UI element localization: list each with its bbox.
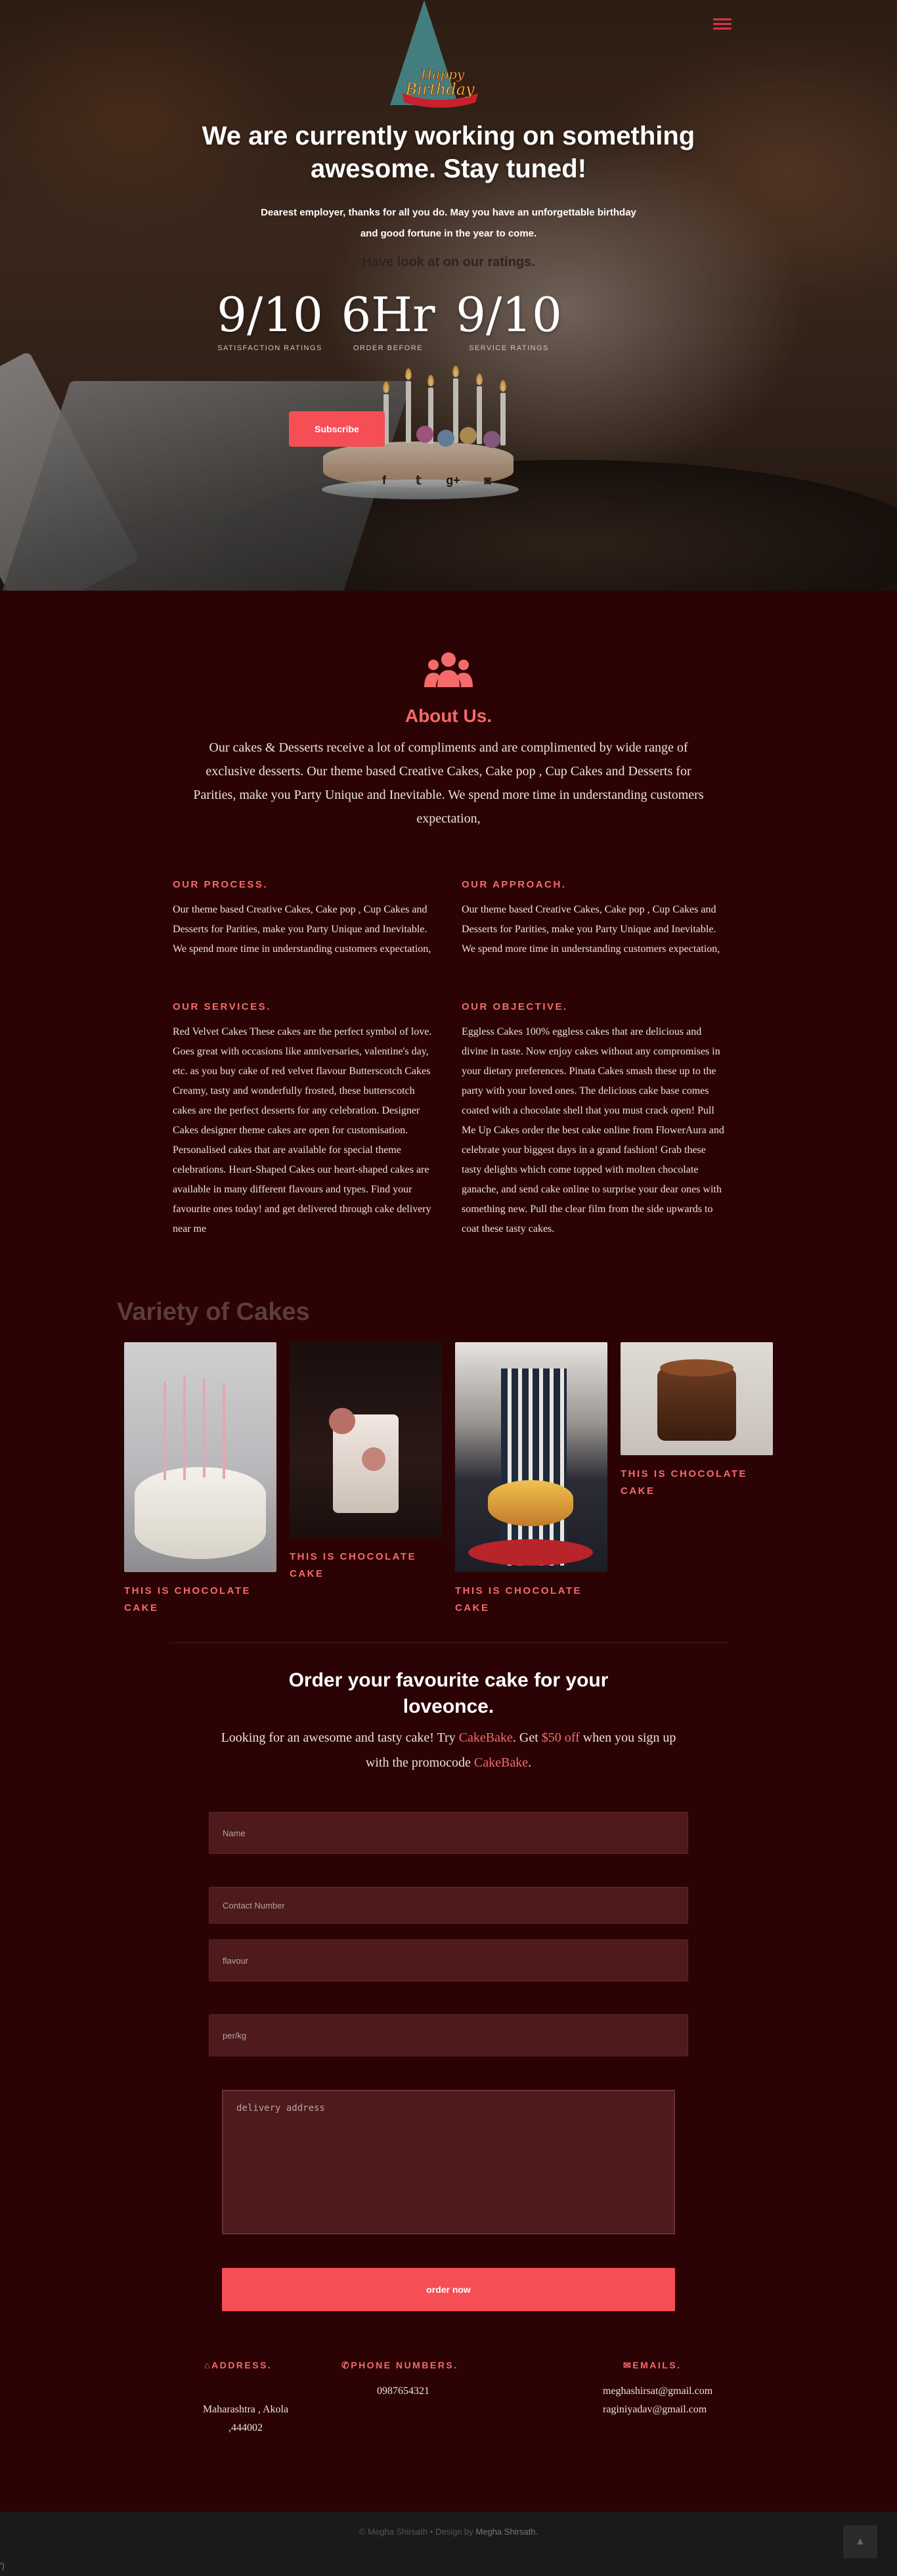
footer-credits: © Megha Shirsath • Design by Megha Shirs…	[252, 2527, 645, 2537]
order-text-part: Looking for an awesome and tasty cake! T…	[221, 1730, 459, 1745]
cake-card[interactable]: This is chocolate cake	[124, 1342, 276, 1617]
cake-image	[290, 1342, 442, 1538]
stat-value: 6Hr	[341, 287, 435, 342]
users-icon	[424, 652, 473, 687]
hero-section: Happy Birthday We are currently working …	[0, 0, 897, 591]
objective-heading: Our Objective.	[462, 1001, 568, 1012]
stat-label: Order Before	[353, 344, 423, 352]
delivery-address-textarea[interactable]	[222, 2090, 675, 2234]
order-title: Order your favourite cake for your loveo…	[288, 1669, 609, 1717]
services-heading: Our Services.	[173, 1001, 271, 1012]
variety-title: Variety of Cakes	[117, 1298, 310, 1326]
subscribe-button[interactable]: Subscribe	[289, 411, 385, 447]
address-line: Maharashtra , Akola	[202, 2404, 289, 2415]
arrow-up-icon[interactable]: ▲	[843, 2525, 877, 2558]
approach-text: Our theme based Creative Cakes, Cake pop…	[462, 904, 720, 955]
stat-order-before: 6Hr Order Before	[326, 286, 450, 352]
about-title: About Us.	[405, 706, 492, 726]
stat-label: Satisfaction Ratings	[217, 344, 322, 352]
stat-value: 9/10	[217, 287, 323, 342]
ratings-heading: Have look at on our ratings.	[362, 255, 535, 269]
instagram-icon[interactable]: ◙	[479, 472, 496, 489]
designer-link[interactable]: Megha Shirsath.	[475, 2527, 538, 2537]
design-by-label: Design by	[435, 2527, 473, 2537]
brand-link[interactable]: CakeBake	[459, 1730, 513, 1745]
order-now-button[interactable]: order now	[222, 2268, 675, 2311]
contact-number-input[interactable]	[209, 1887, 688, 1924]
phone-number[interactable]: 0987654321	[377, 2382, 429, 2401]
cake-card[interactable]: This is chocolate cake	[621, 1342, 773, 1500]
cake-image	[124, 1342, 276, 1572]
name-input[interactable]	[209, 1812, 688, 1854]
hero-subtitle: Dearest employer, thanks for all you do.…	[261, 207, 636, 239]
email-address[interactable]: meghashirsat@gmail.com	[603, 2382, 712, 2401]
weight-input[interactable]	[209, 2014, 688, 2056]
stat-label: Service Ratings	[469, 344, 549, 352]
home-icon: ⌂	[204, 2360, 211, 2370]
email-icon: ✉	[623, 2360, 633, 2370]
footer	[0, 2512, 897, 2576]
twitter-icon[interactable]: 𝕥	[410, 472, 427, 489]
services-text: Red Velvet Cakes These cakes are the per…	[173, 1026, 432, 1234]
stat-value: 9/10	[456, 287, 562, 342]
cake-card[interactable]: This is chocolate cake	[455, 1342, 607, 1617]
cake-caption: This is chocolate cake	[124, 1585, 252, 1614]
hero-title: We are currently working on something aw…	[202, 122, 695, 183]
address-heading: ⌂Address.	[204, 2360, 272, 2370]
order-text-part: . Get	[512, 1730, 542, 1745]
stray-text: ')	[0, 2561, 5, 2571]
address-text: Maharashtra , Akola ,444002	[193, 2401, 298, 2437]
process-text: Our theme based Creative Cakes, Cake pop…	[173, 904, 431, 955]
discount-text: $50 off	[541, 1730, 580, 1745]
approach-heading: Our Approach.	[462, 879, 567, 890]
footer-separator: •	[429, 2527, 433, 2537]
address-line: ,444002	[229, 2422, 263, 2433]
objective-text: Eggless Cakes 100% eggless cakes that ar…	[462, 1026, 724, 1234]
svg-text:Birthday: Birthday	[405, 80, 475, 99]
cake-image	[455, 1342, 607, 1572]
phone-heading-label: Phone Numbers.	[351, 2360, 458, 2370]
stat-satisfaction: 9/10 Satisfaction Ratings	[208, 286, 332, 352]
process-heading: Our Process.	[173, 879, 269, 890]
stat-service: 9/10 Service Ratings	[447, 286, 571, 352]
order-text: Looking for an awesome and tasty cake! T…	[219, 1725, 678, 1775]
phone-heading: ✆Phone Numbers.	[341, 2360, 458, 2371]
cake-image	[621, 1342, 773, 1455]
copyright: © Megha Shirsath	[359, 2527, 428, 2537]
email-heading-label: Emails.	[632, 2360, 682, 2370]
facebook-icon[interactable]: f	[376, 472, 393, 489]
social-links: f 𝕥 g+ ◙ ⓢ	[376, 472, 531, 489]
happy-birthday-logo: Happy Birthday	[402, 66, 478, 108]
cake-card[interactable]: This is chocolate cake	[290, 1342, 442, 1583]
about-text: Our cakes & Desserts receive a lot of co…	[193, 740, 704, 826]
cake-caption: This is chocolate cake	[455, 1585, 582, 1614]
section-divider	[169, 1642, 728, 1643]
flavour-input[interactable]	[209, 1939, 688, 1981]
order-text-part: .	[528, 1755, 532, 1770]
menu-icon[interactable]	[713, 14, 732, 33]
email-list: meghashirsat@gmail.com raginiyadav@gmail…	[603, 2382, 712, 2419]
cake-caption: This is chocolate cake	[621, 1468, 748, 1497]
email-heading: ✉Emails.	[623, 2360, 682, 2371]
promo-code: CakeBake	[473, 1755, 529, 1770]
address-heading-label: Address.	[211, 2360, 273, 2370]
cake-caption: This is chocolate cake	[290, 1551, 417, 1579]
email-address[interactable]: raginiyadav@gmail.com	[603, 2401, 712, 2419]
skype-icon[interactable]: ⓢ	[514, 472, 531, 489]
phone-icon: ✆	[341, 2360, 351, 2370]
google-plus-icon[interactable]: g+	[445, 472, 462, 489]
